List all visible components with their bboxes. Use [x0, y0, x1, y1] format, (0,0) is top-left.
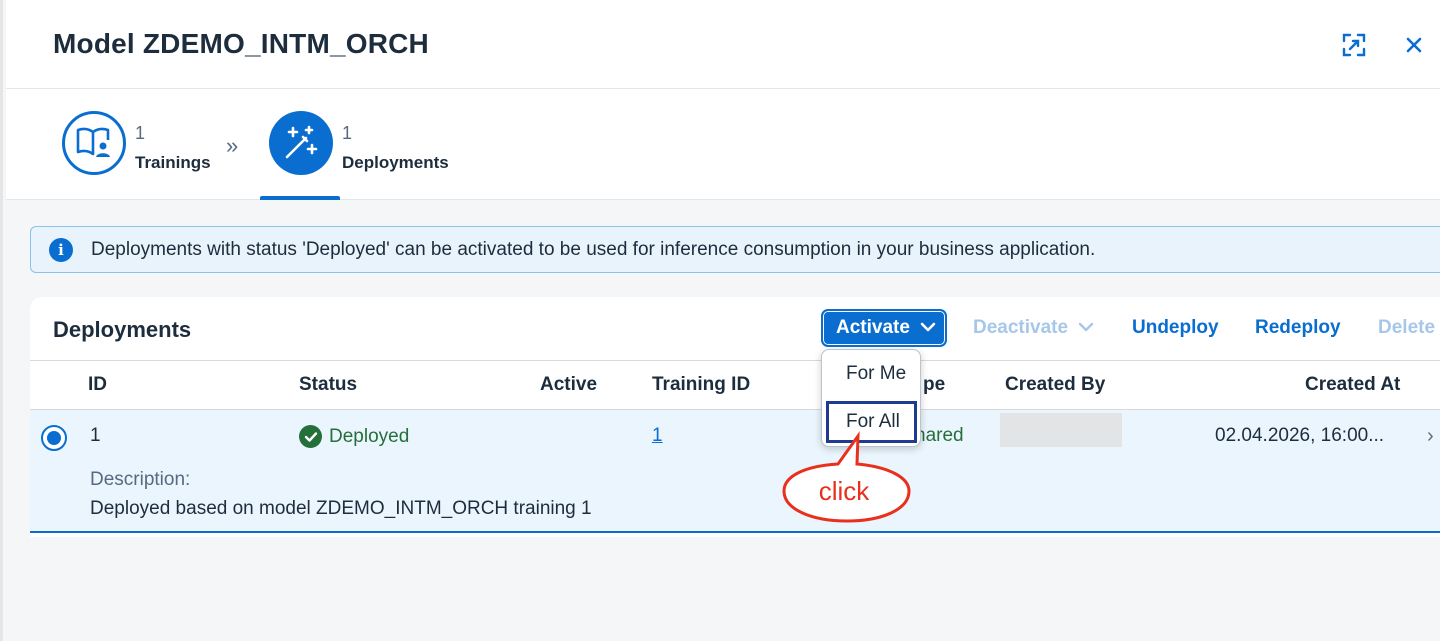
activate-menu-button[interactable]: Activate: [821, 309, 947, 347]
book-person-icon: [62, 111, 126, 175]
chevron-right-icon[interactable]: ›: [1427, 425, 1434, 448]
description-text: Deployed based on model ZDEMO_INTM_ORCH …: [90, 498, 592, 519]
full-screen-icon[interactable]: [1341, 32, 1367, 58]
column-header-created-by[interactable]: Created By: [1005, 374, 1105, 396]
callout-text: click: [818, 476, 870, 506]
chevron-down-icon: [1078, 317, 1094, 339]
chevron-double-right-icon: »: [226, 133, 239, 158]
activate-label: Activate: [836, 317, 910, 338]
row-select-radio[interactable]: [41, 425, 67, 451]
table-header: ID Status Active Training ID pe Created …: [30, 360, 1440, 410]
success-check-icon: [299, 425, 322, 448]
info-message-strip: i Deployments with status 'Deployed' can…: [30, 226, 1440, 273]
cell-type: hared: [915, 425, 964, 446]
page-title: Model ZDEMO_INTM_ORCH: [53, 28, 429, 59]
column-header-training-id[interactable]: Training ID: [652, 374, 750, 396]
menu-item-for-me[interactable]: For Me: [826, 353, 918, 395]
step-label: Deployments: [342, 153, 449, 172]
step-count: 1: [135, 123, 146, 143]
column-header-created-at[interactable]: Created At: [1305, 374, 1400, 396]
dialog-header: Model ZDEMO_INTM_ORCH: [6, 0, 1440, 89]
close-icon[interactable]: [1401, 32, 1427, 58]
cell-created-at: 02.04.2026, 16:00...: [1215, 425, 1385, 446]
cell-created-by-redacted: [1000, 413, 1122, 447]
model-dialog: Model ZDEMO_INTM_ORCH 1 Trainings » 1 De…: [0, 0, 1440, 641]
column-header-active[interactable]: Active: [540, 374, 597, 396]
deactivate-label: Deactivate: [973, 317, 1069, 338]
redeploy-button[interactable]: Redeploy: [1255, 309, 1341, 347]
column-header-type[interactable]: pe: [923, 374, 945, 396]
click-annotation-callout: click: [780, 431, 914, 525]
training-id-link[interactable]: 1: [652, 425, 663, 447]
magic-wand-icon: [269, 111, 333, 175]
cell-status: Deployed: [299, 425, 409, 448]
step-count: 1: [342, 123, 353, 143]
step-label: Trainings: [135, 153, 211, 172]
undeploy-button[interactable]: Undeploy: [1132, 309, 1219, 347]
column-header-status[interactable]: Status: [299, 374, 357, 396]
chevron-down-icon: [920, 317, 936, 339]
table-row[interactable]: 1 Deployed 1 hared 02.04.2026, 16:00... …: [30, 410, 1440, 533]
deactivate-menu-button[interactable]: Deactivate: [973, 309, 1094, 347]
cell-id: 1: [90, 425, 101, 446]
selected-step-indicator: [260, 196, 340, 200]
table-title: Deployments: [53, 317, 192, 342]
deployments-table-panel: Deployments Activate Deactivate Undeploy…: [30, 297, 1440, 537]
status-text: Deployed: [329, 425, 410, 447]
info-message-text: Deployments with status 'Deployed' can b…: [91, 239, 1096, 260]
column-header-id[interactable]: ID: [88, 374, 107, 396]
info-icon: i: [49, 238, 73, 262]
delete-button[interactable]: Delete: [1378, 309, 1435, 347]
step-navigation: 1 Trainings » 1 Deployments: [6, 89, 1440, 200]
description-label: Description:: [90, 469, 191, 490]
